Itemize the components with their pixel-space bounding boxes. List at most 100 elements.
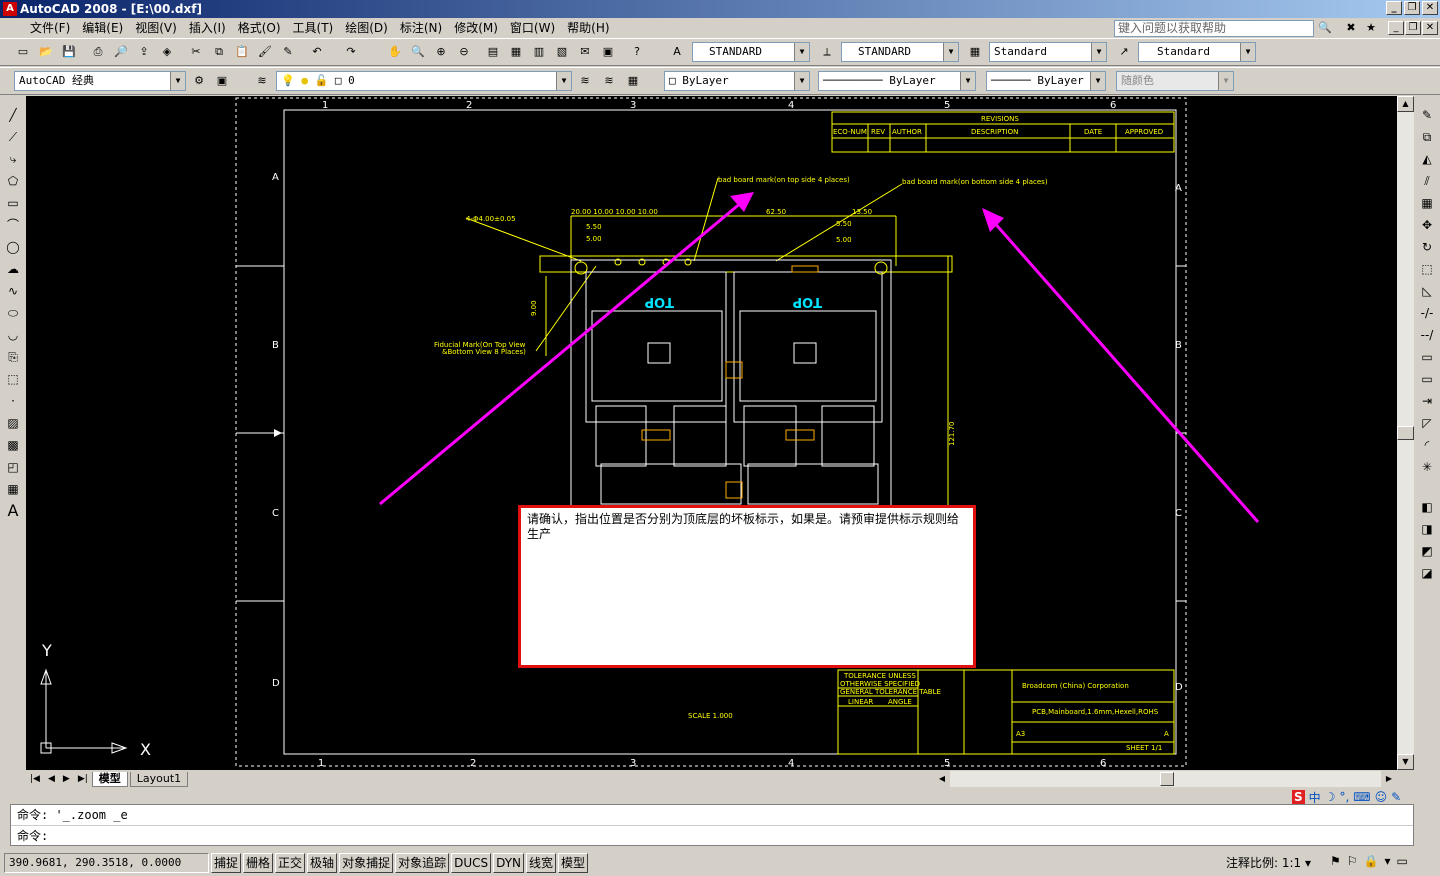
grid-toggle[interactable]: 栅格 [243, 853, 274, 873]
array-icon[interactable]: ▦ [1418, 194, 1436, 212]
gradient-icon[interactable]: ▩ [4, 436, 22, 454]
point-icon[interactable]: · [4, 392, 22, 410]
dyn-toggle[interactable]: DYN [493, 853, 525, 873]
linetype-select[interactable]: ───────── ByLayer ▼ [818, 71, 976, 91]
explode-icon[interactable]: ✳ [1418, 458, 1436, 476]
plot-preview-icon[interactable]: 🔎 [112, 43, 130, 61]
menu-format[interactable]: 格式(O) [232, 18, 287, 38]
mleader-style-icon[interactable]: ↗ [1115, 43, 1133, 61]
tool-palettes-icon[interactable]: ▥ [530, 43, 548, 61]
design-center-icon[interactable]: ▦ [507, 43, 525, 61]
mleader-style-select[interactable]: Standard ▼ [1138, 42, 1256, 62]
menu-tools[interactable]: 工具(T) [287, 18, 340, 38]
publish-icon[interactable]: ⇪ [135, 43, 153, 61]
stretch-icon[interactable]: ◺ [1418, 282, 1436, 300]
calculator-icon[interactable]: ▣ [599, 43, 617, 61]
command-prompt[interactable]: 命令: [11, 825, 1413, 845]
ime-tools-icon[interactable]: ✎ [1391, 790, 1401, 804]
menu-help[interactable]: 帮助(H) [561, 18, 615, 38]
tab-model[interactable]: 模型 [91, 771, 128, 787]
ime-chinese-icon[interactable]: 中 [1309, 789, 1321, 806]
favorites-icon[interactable]: ★ [1362, 19, 1380, 37]
scroll-up-icon[interactable]: ▲ [1397, 96, 1414, 112]
scroll-left-icon[interactable]: ◀ [934, 771, 950, 787]
rectangle-icon[interactable]: ▭ [4, 194, 22, 212]
bring-above-icon[interactable]: ◩ [1418, 542, 1436, 560]
undo-icon[interactable]: ↶ [308, 43, 326, 61]
ime-moon-icon[interactable]: ☽ [1325, 790, 1336, 804]
vertical-scrollbar[interactable]: ▲ ▼ [1397, 96, 1414, 770]
revision-cloud-icon[interactable]: ☁ [4, 260, 22, 278]
zoom-window-icon[interactable]: ⊕ [432, 43, 450, 61]
break-icon[interactable]: ▭ [1418, 370, 1436, 388]
fillet-icon[interactable]: ◜ [1418, 436, 1436, 454]
communication-center-icon[interactable]: ✖ [1342, 19, 1360, 37]
horizontal-scrollbar[interactable]: ◀ ▶ [934, 771, 1397, 787]
trim-icon[interactable]: -/- [1418, 304, 1436, 322]
chamfer-icon[interactable]: ◸ [1418, 414, 1436, 432]
save-icon[interactable]: 💾 [60, 43, 78, 61]
construction-line-icon[interactable]: ⟋ [4, 128, 22, 146]
help-search-input[interactable]: 键入问题以获取帮助 [1114, 20, 1314, 37]
lineweight-toggle[interactable]: 线宽 [526, 853, 557, 873]
command-window[interactable]: 命令: '_.zoom _e 命令: [10, 804, 1414, 846]
snap-toggle[interactable]: 捕捉 [211, 853, 242, 873]
paste-icon[interactable]: 📋 [233, 43, 251, 61]
sheet-set-icon[interactable]: ▧ [553, 43, 571, 61]
layer-states-icon[interactable]: ▦ [624, 72, 642, 90]
redo-icon[interactable]: ↷ [342, 43, 360, 61]
ellipse-arc-icon[interactable]: ◡ [4, 326, 22, 344]
polygon-icon[interactable]: ⬠ [4, 172, 22, 190]
line-icon[interactable]: ╱ [4, 106, 22, 124]
copy-object-icon[interactable]: ⧉ [1418, 128, 1436, 146]
toolbar-lock-icon[interactable]: 🔒 [1364, 854, 1379, 868]
hatch-icon[interactable]: ▨ [4, 414, 22, 432]
layer-select[interactable]: 💡 ● 🔓 □ 0 ▼ [276, 71, 572, 91]
tab-nav-prev-icon[interactable]: ◀ [44, 774, 59, 784]
new-file-icon[interactable]: ▭ [14, 43, 32, 61]
draw-order-back-icon[interactable]: ◨ [1418, 520, 1436, 538]
tab-nav-first-icon[interactable]: |◀ [26, 774, 44, 784]
tab-nav-next-icon[interactable]: ▶ [59, 774, 74, 784]
spline-icon[interactable]: ∿ [4, 282, 22, 300]
mirror-icon[interactable]: ◭ [1418, 150, 1436, 168]
table-style-select[interactable]: Standard ▼ [989, 42, 1107, 62]
doc-restore-button[interactable]: ❐ [1405, 21, 1421, 35]
make-current-layer-icon[interactable]: ≋ [576, 72, 594, 90]
ime-keyboard-icon[interactable]: ⌨ [1353, 790, 1370, 804]
doc-minimize-button[interactable]: _ [1388, 21, 1404, 35]
doc-close-button[interactable]: ✕ [1422, 21, 1438, 35]
open-file-icon[interactable]: 📂 [37, 43, 55, 61]
close-button[interactable]: ✕ [1422, 1, 1438, 15]
annotation-visibility-icon[interactable]: ⚑ [1330, 854, 1341, 868]
workspace-select[interactable]: AutoCAD 经典 ▼ [14, 71, 186, 91]
dim-style-select[interactable]: STANDARD ▼ [841, 42, 959, 62]
annotation-scale[interactable]: 注释比例: 1:1 ▾ [1226, 854, 1311, 871]
polar-toggle[interactable]: 极轴 [307, 853, 338, 873]
menu-draw[interactable]: 绘图(D) [339, 18, 394, 38]
ime-logo-icon[interactable]: S [1292, 790, 1305, 804]
ortho-toggle[interactable]: 正交 [275, 853, 306, 873]
make-block-icon[interactable]: ⬚ [4, 370, 22, 388]
ducs-toggle[interactable]: DUCS [451, 853, 492, 873]
menu-edit[interactable]: 编辑(E) [76, 18, 129, 38]
model-toggle[interactable]: 模型 [558, 853, 589, 873]
move-icon[interactable]: ✥ [1418, 216, 1436, 234]
otrack-toggle[interactable]: 对象追踪 [395, 853, 450, 873]
status-menu-icon[interactable]: ▾ [1384, 854, 1390, 868]
zoom-previous-icon[interactable]: ⊖ [455, 43, 473, 61]
region-icon[interactable]: ◰ [4, 458, 22, 476]
break-point-icon[interactable]: ▭ [1418, 348, 1436, 366]
menu-window[interactable]: 窗口(W) [504, 18, 561, 38]
pan-icon[interactable]: ✋ [386, 43, 404, 61]
menu-view[interactable]: 视图(V) [129, 18, 183, 38]
circle-icon[interactable]: ◯ [4, 238, 22, 256]
ime-user-icon[interactable]: ☺ [1375, 790, 1388, 804]
ellipse-icon[interactable]: ⬭ [4, 304, 22, 322]
print-icon[interactable]: ⎙ [89, 43, 107, 61]
menu-insert[interactable]: 插入(I) [183, 18, 232, 38]
restore-button[interactable]: ❐ [1404, 1, 1420, 15]
erase-icon[interactable]: ✎ [1418, 106, 1436, 124]
clean-screen-icon[interactable]: ▭ [1397, 854, 1408, 868]
layer-previous-icon[interactable]: ≋ [600, 72, 618, 90]
